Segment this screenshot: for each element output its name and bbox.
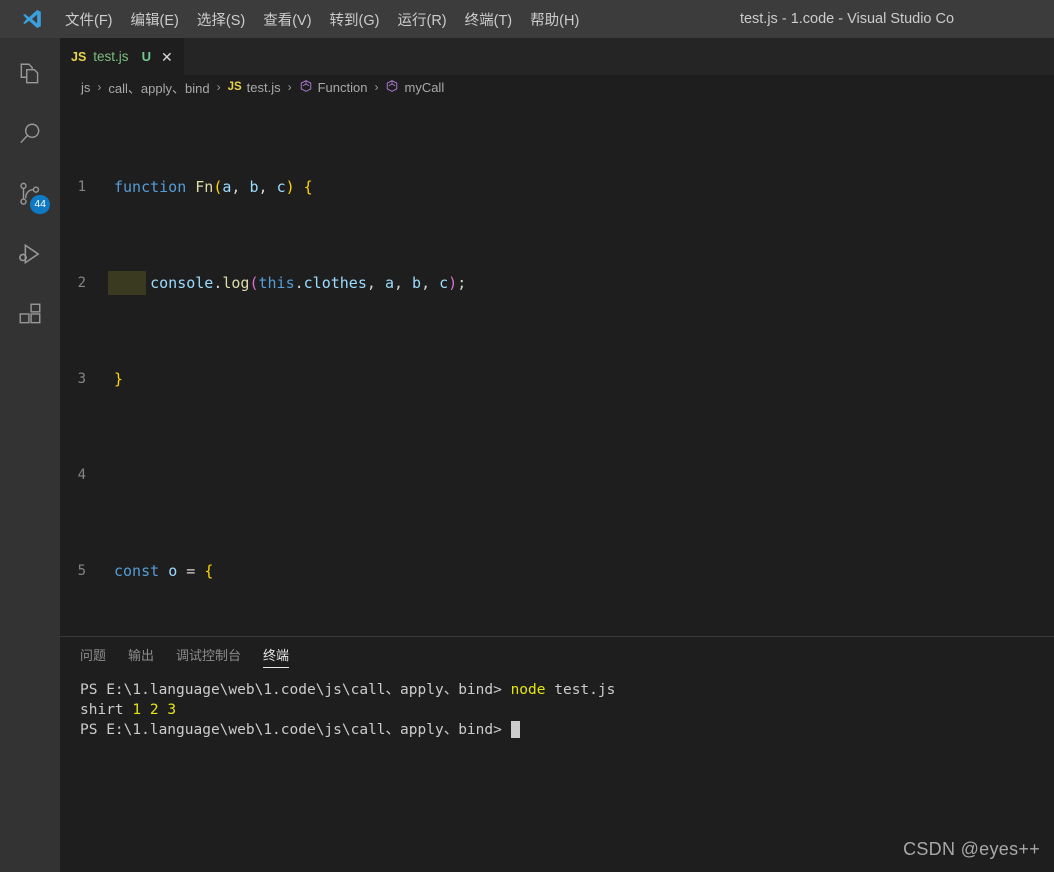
workbench-body: 44 JS test.js U ✕ js › call、apply、bind ›… (0, 38, 1054, 872)
extensions-icon (17, 301, 43, 332)
code-line: 1 function Fn(a, b, c) { (60, 175, 1054, 199)
symbol-cube-icon (385, 79, 399, 96)
line-number: 5 (77, 563, 86, 579)
git-status-badge: U (141, 49, 151, 64)
editor-tab-bar: JS test.js U ✕ (60, 38, 1054, 75)
activity-bar: 44 (0, 38, 60, 872)
breadcrumb-separator: › (216, 80, 221, 94)
terminal-output[interactable]: PS E:\1.language\web\1.code\js\call、appl… (60, 672, 1054, 872)
vscode-logo-icon (14, 8, 50, 30)
terminal-result-num: 2 (149, 702, 159, 718)
breadcrumb-separator: › (374, 80, 379, 94)
menu-file[interactable]: 文件(F) (56, 6, 122, 33)
terminal-result-num: 1 (132, 702, 142, 718)
search-icon (17, 121, 43, 152)
terminal-cursor (510, 721, 520, 738)
menu-help[interactable]: 帮助(H) (521, 6, 588, 33)
line-content: console.log(this.clothes, a, b, c); (108, 271, 1054, 295)
menu-bar: 文件(F) 编辑(E) 选择(S) 查看(V) 转到(G) 运行(R) 终端(T… (56, 6, 588, 33)
terminal-command-arg: test.js (545, 682, 616, 698)
breadcrumb: js › call、apply、bind › JS test.js › Func… (60, 75, 1054, 99)
activitybar-item-run-debug[interactable] (0, 226, 60, 286)
breadcrumb-label: myCall (404, 79, 445, 95)
panel-tab-debug-console[interactable]: 调试控制台 (176, 637, 241, 672)
indent-guide-block (108, 271, 146, 295)
breadcrumb-item-symbol-function[interactable]: Function (298, 79, 369, 96)
line-number: 4 (77, 467, 86, 483)
activitybar-item-search[interactable] (0, 106, 60, 166)
js-file-icon: JS (71, 49, 87, 64)
editor-group: JS test.js U ✕ js › call、apply、bind › JS (60, 38, 1054, 872)
tab-label: test.js (93, 49, 129, 64)
symbol-cube-icon (299, 79, 313, 96)
code-line: 3 } (60, 367, 1054, 391)
tab-test-js[interactable]: JS test.js U ✕ (60, 38, 185, 75)
terminal-prompt: PS E:\1.language\web\1.code\js\call、appl… (80, 722, 511, 738)
vscode-window: 文件(F) 编辑(E) 选择(S) 查看(V) 转到(G) 运行(R) 终端(T… (0, 0, 1054, 872)
code-line: 5 const o = { (60, 559, 1054, 583)
line-content: } (114, 370, 124, 388)
terminal-command: node (510, 682, 546, 698)
line-number: 2 (77, 275, 86, 291)
breadcrumb-label: call、apply、bind (108, 80, 210, 96)
terminal-prompt: PS E:\1.language\web\1.code\js\call、appl… (80, 682, 511, 698)
menu-selection[interactable]: 选择(S) (188, 6, 254, 33)
breadcrumb-label: test.js (246, 79, 281, 95)
bottom-panel: 问题 输出 调试控制台 终端 PS E:\1.language\web\1.co… (60, 636, 1054, 872)
panel-tab-terminal[interactable]: 终端 (263, 637, 290, 672)
line-number: 3 (77, 371, 86, 387)
menu-view[interactable]: 查看(V) (254, 6, 320, 33)
panel-tab-output[interactable]: 输出 (128, 637, 154, 672)
menu-run[interactable]: 运行(R) (388, 6, 455, 33)
line-content: const o = { (114, 562, 214, 580)
close-icon[interactable]: ✕ (161, 50, 173, 64)
breadcrumb-label: js (81, 79, 91, 95)
breadcrumb-label: Function (317, 79, 368, 95)
title-bar: 文件(F) 编辑(E) 选择(S) 查看(V) 转到(G) 运行(R) 终端(T… (0, 0, 1054, 38)
breadcrumb-item-folder[interactable]: call、apply、bind (107, 78, 210, 97)
code-line: 2 console.log(this.clothes, a, b, c); (60, 271, 1054, 295)
menu-edit[interactable]: 编辑(E) (122, 6, 188, 33)
js-file-icon: JS (227, 81, 242, 93)
panel-tab-problems[interactable]: 问题 (80, 637, 106, 672)
source-control-badge: 44 (30, 195, 50, 214)
breadcrumb-item-file[interactable]: JS test.js (227, 80, 282, 95)
panel-tab-bar: 问题 输出 调试控制台 终端 (60, 637, 1054, 672)
breadcrumb-item-js[interactable]: js (80, 80, 91, 95)
files-explorer-icon (17, 61, 43, 92)
activitybar-item-explorer[interactable] (0, 46, 60, 106)
activitybar-item-extensions[interactable] (0, 286, 60, 346)
line-content: function Fn(a, b, c) { (114, 178, 313, 196)
run-and-debug-icon (16, 240, 44, 273)
code-editor[interactable]: 1 function Fn(a, b, c) { 2 console.log(t… (60, 99, 1054, 636)
activitybar-item-source-control[interactable]: 44 (0, 166, 60, 226)
menu-terminal[interactable]: 终端(T) (456, 6, 522, 33)
code-line: 4 (60, 463, 1054, 487)
terminal-result-text: shirt (80, 702, 133, 718)
menu-go[interactable]: 转到(G) (321, 6, 389, 33)
breadcrumb-item-symbol-mycall[interactable]: myCall (384, 79, 445, 96)
breadcrumb-separator: › (287, 80, 292, 94)
breadcrumb-separator: › (97, 80, 102, 94)
terminal-result-num: 3 (167, 702, 177, 718)
line-number: 1 (77, 179, 86, 195)
